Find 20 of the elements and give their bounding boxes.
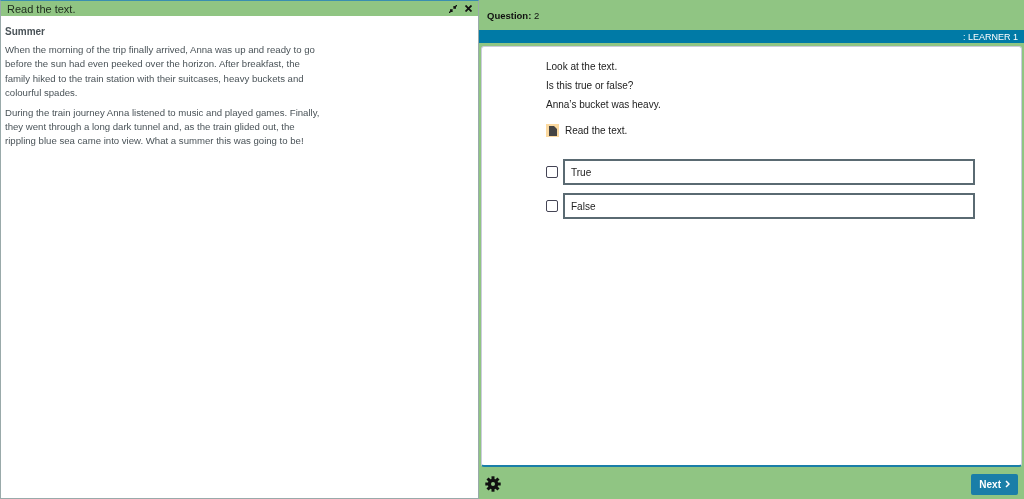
panel-title: Read the text. [7, 2, 76, 15]
close-icon[interactable] [465, 5, 472, 12]
chevron-icon [1005, 480, 1010, 488]
learner-label: : LEARNER 1 [962, 31, 1018, 42]
resource-link[interactable]: Read the text. [565, 125, 628, 136]
checkbox[interactable] [546, 200, 558, 212]
passage-heading: Summer [5, 26, 46, 37]
answer-option[interactable]: True [563, 159, 975, 185]
collapse-icon[interactable] [449, 4, 457, 13]
settings-icon[interactable] [485, 476, 501, 492]
checkbox[interactable] [546, 166, 558, 178]
passage-paragraph: When the morning of the trip finally arrived, Anna was up and ready to go before the sun had even peeked over the horizon. After breakfast, the family hiked to the train station with their suitcases, heavy buckets and colourful spades. [5, 43, 316, 101]
question-text: Anna’s bucket was heavy. [546, 99, 662, 110]
answer-option[interactable]: False [563, 193, 975, 219]
question-number: Question: 2 [487, 9, 540, 21]
passage-paragraph: During the train journey Anna listened to music and played games. Finally, they went through a long dark tunnel and, as the train glided out, the rippling blue sea came into view. What a summer this was going to be! [5, 105, 321, 149]
question-text: Is this true or false? [546, 80, 635, 91]
next-button[interactable]: Next [971, 473, 1018, 495]
question-text: Look at the text. [546, 61, 619, 72]
document-icon[interactable] [546, 124, 559, 137]
